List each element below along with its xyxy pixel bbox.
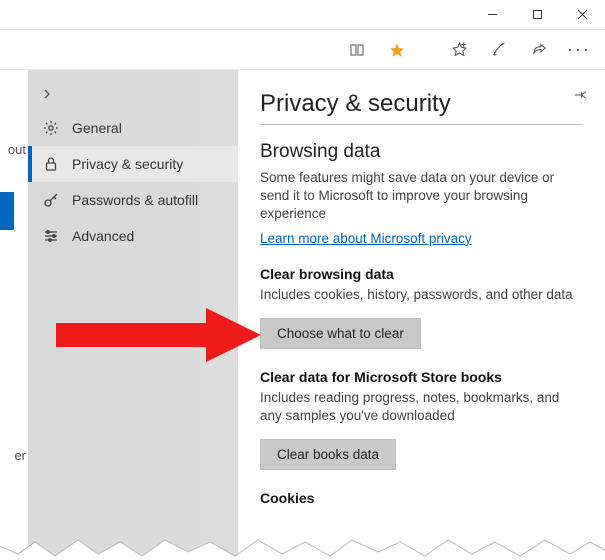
browser-toolbar: ··· <box>0 30 605 70</box>
sidebar-item-label: Passwords & autofill <box>72 192 198 208</box>
more-icon: ··· <box>567 39 591 60</box>
add-favorite-icon <box>451 41 468 58</box>
subsection-heading-cookies: Cookies <box>260 490 583 506</box>
privacy-link[interactable]: Learn more about Microsoft privacy <box>260 231 472 246</box>
subsection-heading-store-books: Clear data for Microsoft Store books <box>260 369 583 385</box>
share-icon <box>531 41 548 58</box>
lock-icon <box>42 156 60 172</box>
maximize-button[interactable] <box>515 0 560 30</box>
share-button[interactable] <box>521 32 557 68</box>
pin-icon <box>573 88 587 102</box>
settings-sidebar: General Privacy & security Passwords & a… <box>28 70 238 560</box>
section-body-browsing-data: Some features might save data on your de… <box>260 169 583 224</box>
close-icon <box>577 9 588 20</box>
partial-text-bottom: er <box>14 448 26 463</box>
pin-button[interactable] <box>573 88 587 105</box>
minimize-icon <box>487 9 498 20</box>
notes-button[interactable] <box>481 32 517 68</box>
partial-text-top: out <box>8 142 26 157</box>
favorites-list-button[interactable] <box>441 32 477 68</box>
sidebar-item-advanced[interactable]: Advanced <box>28 218 238 254</box>
subsection-body-clear-browsing: Includes cookies, history, passwords, an… <box>260 286 583 304</box>
window-titlebar <box>0 0 605 30</box>
sidebar-item-label: General <box>72 120 122 136</box>
sidebar-item-label: Advanced <box>72 228 134 244</box>
pen-icon <box>491 41 508 58</box>
back-button[interactable] <box>28 78 238 110</box>
key-icon <box>42 192 60 208</box>
clear-books-data-button[interactable]: Clear books data <box>260 439 396 470</box>
settings-main-panel: Privacy & security Browsing data Some fe… <box>238 70 605 560</box>
gear-icon <box>42 120 60 136</box>
page-selection-indicator <box>0 192 14 230</box>
page-left-edge: out er <box>0 70 28 560</box>
choose-what-to-clear-button[interactable]: Choose what to clear <box>260 318 421 349</box>
maximize-icon <box>532 9 543 20</box>
title-divider <box>260 124 583 125</box>
minimize-button[interactable] <box>470 0 515 30</box>
subsection-body-store-books: Includes reading progress, notes, bookma… <box>260 389 583 425</box>
sidebar-item-privacy-security[interactable]: Privacy & security <box>28 146 238 182</box>
sidebar-item-passwords-autofill[interactable]: Passwords & autofill <box>28 182 238 218</box>
page-title: Privacy & security <box>260 90 583 118</box>
subsection-heading-clear-browsing: Clear browsing data <box>260 266 583 282</box>
more-button[interactable]: ··· <box>561 32 597 68</box>
section-heading-browsing-data: Browsing data <box>260 141 583 163</box>
content-area: out er General Privacy & security Passwo… <box>0 70 605 560</box>
reading-view-button[interactable] <box>339 32 375 68</box>
sidebar-item-general[interactable]: General <box>28 110 238 146</box>
reading-view-icon <box>349 42 365 58</box>
star-icon <box>389 42 405 58</box>
close-button[interactable] <box>560 0 605 30</box>
sidebar-item-label: Privacy & security <box>72 156 183 172</box>
favorite-button[interactable] <box>379 32 415 68</box>
sliders-icon <box>42 228 60 244</box>
chevron-right-icon <box>42 89 52 99</box>
